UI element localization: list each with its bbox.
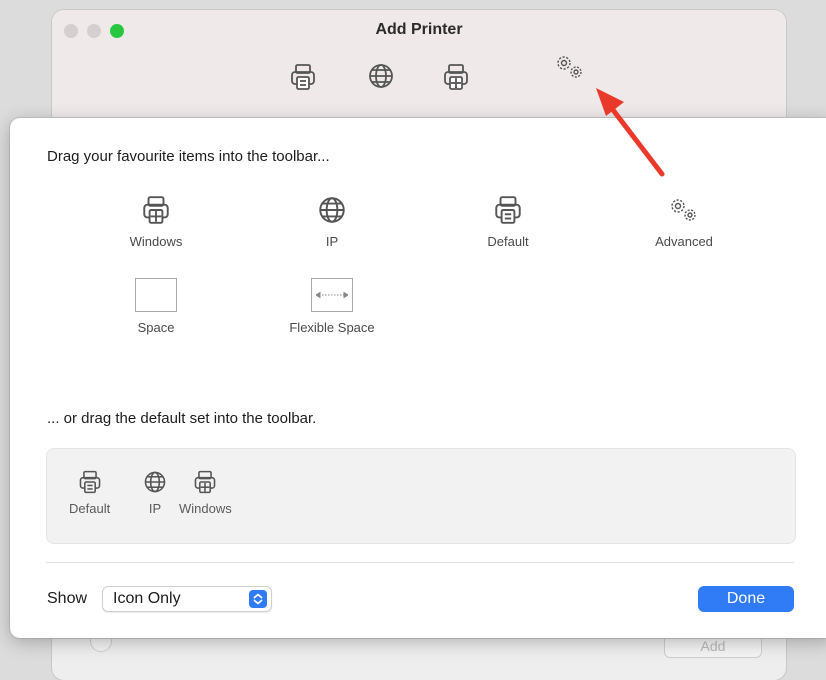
toolbar-globe-icon[interactable] (366, 61, 396, 91)
palette-item-label: Default (487, 234, 529, 249)
default-set-label: IP (148, 501, 162, 516)
palette-item-label: Flexible Space (289, 320, 375, 335)
default-set-heading: ... or drag the default set into the too… (47, 410, 317, 427)
toolbar-default-printer-icon[interactable] (288, 62, 318, 92)
windows-printer-icon (138, 194, 174, 226)
items-heading: Drag your favourite items into the toolb… (47, 148, 330, 165)
space-icon (135, 278, 177, 312)
palette-item-advanced[interactable]: Advanced (614, 194, 754, 249)
windows-printer-icon (191, 469, 219, 495)
globe-icon (314, 194, 350, 226)
palette-item-space[interactable]: Space (86, 278, 226, 335)
show-popup-button[interactable]: Icon Only (102, 586, 272, 612)
palette-item-label: Advanced (655, 234, 713, 249)
sheet-divider (46, 562, 794, 563)
palette-item-default[interactable]: Default (438, 194, 578, 249)
show-label: Show (47, 590, 88, 607)
window-titlebar: Add Printer (52, 10, 786, 119)
palette-item-ip[interactable]: IP (262, 194, 402, 249)
flexible-space-icon (311, 278, 353, 312)
globe-icon (141, 469, 169, 495)
printer-icon (76, 469, 104, 495)
customize-toolbar-sheet: Drag your favourite items into the toolb… (10, 118, 826, 638)
gears-icon (666, 194, 702, 226)
default-set-label: Windows (179, 501, 232, 516)
done-button[interactable]: Done (698, 586, 794, 612)
default-set-item-windows: Windows (179, 469, 232, 516)
default-set-item-default: Default (69, 469, 110, 516)
show-popup-value: Icon Only (113, 590, 181, 607)
toolbar-windows-printer-icon[interactable] (441, 62, 471, 92)
palette-item-label: Space (137, 320, 175, 335)
red-arrow-icon (596, 88, 665, 177)
window-title: Add Printer (375, 21, 463, 38)
palette-item-label: IP (325, 234, 339, 249)
palette-item-windows[interactable]: Windows (86, 194, 226, 249)
default-toolbar-set[interactable]: Default IP Windows (46, 448, 796, 544)
default-set-label: Default (69, 501, 111, 516)
toolbar-gears-icon[interactable] (552, 52, 588, 82)
printer-icon (490, 194, 526, 226)
default-set-item-ip: IP (141, 469, 169, 516)
palette-item-label: Windows (129, 234, 183, 249)
chevron-up-down-icon (249, 590, 267, 608)
palette-item-flexible-space[interactable]: Flexible Space (262, 278, 402, 335)
